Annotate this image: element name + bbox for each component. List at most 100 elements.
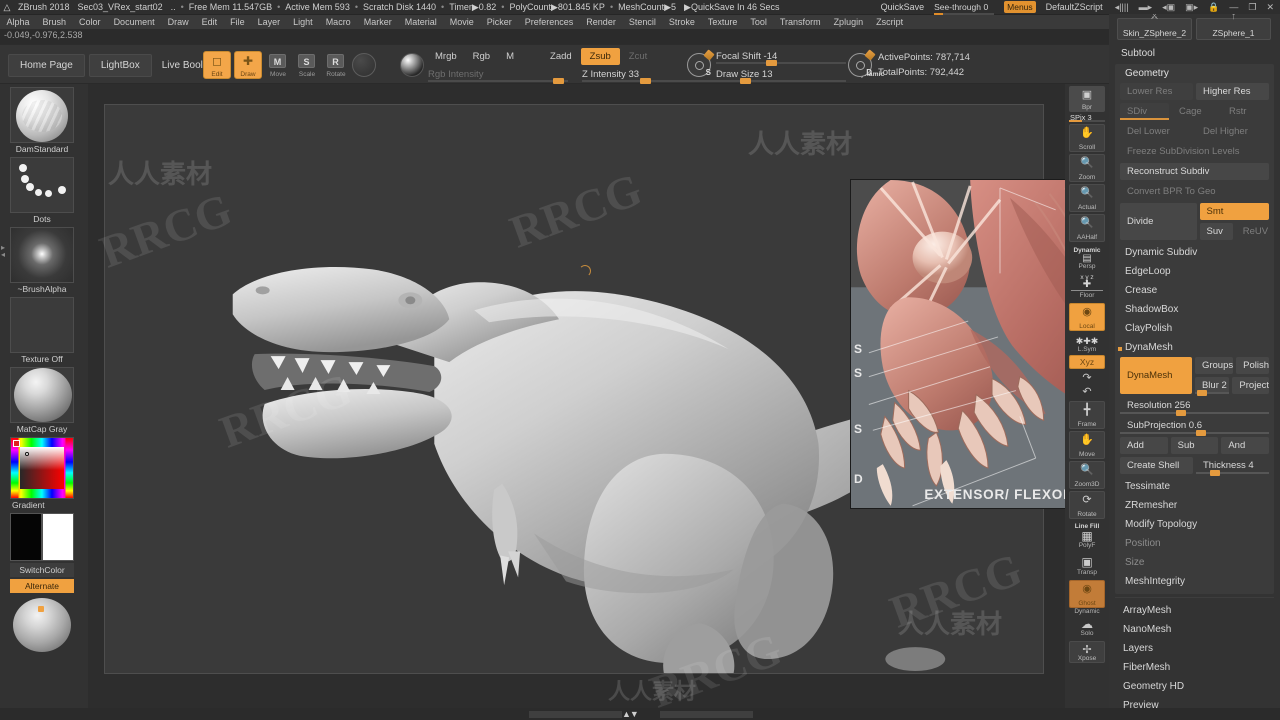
menu-item-stencil[interactable]: Stencil [622,17,662,27]
zcut-toggle[interactable]: Zcut [622,48,654,65]
zoom-btn[interactable]: 🔍 Zoom [1069,154,1105,182]
zoom-button[interactable]: 🔍 Zoom [1069,154,1105,182]
alpha-selector[interactable]: ~BrushAlpha [10,227,82,294]
persp-button[interactable]: Dynamic ▤ Persp [1069,247,1105,270]
modify-topology-item[interactable]: Modify Topology [1115,515,1274,534]
redo-button[interactable]: ↶ [1069,386,1105,398]
m-toggle[interactable]: M [499,48,521,65]
move-view-btn[interactable]: ✋ Move [1069,431,1105,459]
menu-item-draw[interactable]: Draw [161,17,195,27]
zscript-prev-icon[interactable]: ◂|||| [1113,2,1131,13]
tessimate-item[interactable]: Tessimate [1115,477,1274,496]
xyz-btn[interactable]: Xyz [1069,355,1105,369]
subtool-skin-zsphere-2[interactable]: ⚔ Skin_ZSphere_2 [1117,18,1192,40]
rotate-button[interactable]: R Rotate [323,51,349,79]
polish-button[interactable]: Polish [1236,357,1269,374]
dynamesh-button[interactable]: DynaMesh [1120,357,1192,394]
menu-item-picker[interactable]: Picker [480,17,518,27]
menus-button[interactable]: Menus [1004,1,1036,13]
focal-shift-slider[interactable]: Focal Shift -14 [716,51,846,62]
material-preview[interactable] [10,596,82,654]
bpr-render-button[interactable]: ▣ Bpr [1069,86,1105,112]
freeze-subdivision-button[interactable]: Freeze SubDivision Levels [1120,143,1269,160]
menu-item-marker[interactable]: Marker [357,17,398,27]
zoom3d-btn[interactable]: 🔍 Zoom3D [1069,461,1105,489]
and-button[interactable]: And [1221,437,1269,454]
size-item[interactable]: Size [1115,553,1274,572]
bpr-button[interactable]: ▣ Bpr [1069,86,1105,112]
menu-item-preferences[interactable]: Preferences [518,17,580,27]
reconstruct-subdiv-button[interactable]: Reconstruct Subdiv [1120,163,1269,180]
shadowbox-item[interactable]: ShadowBox [1115,300,1274,319]
resolution-slider[interactable]: Resolution 256 [1120,397,1269,414]
rotate-view-btn[interactable]: ⟳ Rotate [1069,491,1105,519]
menu-item-macro[interactable]: Macro [319,17,357,27]
zadd-toggle[interactable]: Zadd [543,48,579,65]
menu-item-movie[interactable]: Movie [443,17,480,27]
mesh-integrity-item[interactable]: MeshIntegrity [1115,572,1274,591]
project-button[interactable]: Project [1232,377,1269,394]
tray-left-icon[interactable]: ◂▣ [1160,2,1177,13]
solo-button[interactable]: ☁ Solo [1069,618,1105,637]
home-page-button[interactable]: Home Page [8,54,85,77]
menu-item-texture[interactable]: Texture [701,17,744,27]
see-through-slider[interactable]: See-through 0 [934,2,998,12]
scroll-thumb-icon[interactable]: ▲▼ [622,709,638,719]
subprojection-slider[interactable]: SubProjection 0.6 [1120,417,1269,434]
scroll-track-left[interactable] [529,711,622,718]
subtool-zsphere-1[interactable]: ↑ ZSphere_1 [1196,18,1271,40]
texture-selector[interactable]: Texture Off [10,297,82,364]
local-button[interactable]: ◉ Local [1069,303,1105,331]
transp-button[interactable]: ▣ Transp [1069,556,1105,576]
lightbox-button[interactable]: LightBox [89,54,152,77]
menu-item-light[interactable]: Light [287,17,320,27]
mrgb-toggle[interactable]: Mrgb [428,48,464,65]
add-button[interactable]: Add [1120,437,1168,454]
dynamesh-section-header[interactable]: DynaMesh [1115,338,1274,357]
actual-btn[interactable]: 🔍 Actual [1069,184,1105,212]
move-button[interactable]: M Move [265,51,291,79]
menu-item-stroke[interactable]: Stroke [662,17,701,27]
higher-res-button[interactable]: Higher Res [1196,83,1269,100]
del-lower-button[interactable]: Del Lower [1120,123,1193,140]
color-picker-wheel[interactable] [10,437,74,499]
cage-button[interactable]: Cage [1172,103,1219,120]
scroll-track-right[interactable] [660,711,753,718]
current-material-sphere[interactable] [400,53,424,77]
xpose-button[interactable]: ✢ Xpose [1069,641,1105,663]
divide-button[interactable]: Divide [1120,203,1197,240]
rstr-button[interactable]: Rstr [1222,103,1269,120]
restore-icon[interactable]: ❐ [1246,2,1258,13]
zscript-next-icon[interactable]: ▬▸ [1137,2,1155,13]
actual-button[interactable]: 🔍 Actual [1069,184,1105,212]
color-swatches[interactable]: SwitchColor Alternate [10,513,82,593]
claypolish-item[interactable]: ClayPolish [1115,319,1274,338]
reuv-button[interactable]: ReUV [1236,223,1269,240]
lsym-button[interactable]: ✱✚✱ L.Sym [1069,337,1105,353]
menu-item-zscript[interactable]: Zscript [870,17,910,27]
switch-color-button[interactable]: SwitchColor [10,563,74,577]
lower-res-button[interactable]: Lower Res [1120,83,1193,100]
thickness-slider[interactable]: Thickness 4 [1196,457,1269,474]
del-higher-button[interactable]: Del Higher [1196,123,1269,140]
subtool-section-header[interactable]: Subtool [1109,43,1280,64]
ghost-btn[interactable]: ◉ Ghost [1069,580,1105,608]
menu-item-layer[interactable]: Layer [251,17,287,27]
aahalf-btn[interactable]: 🔍 AAHalf [1069,214,1105,242]
edit-button[interactable]: ◻ Edit [203,51,231,79]
alternate-button[interactable]: Alternate [10,579,74,593]
frame-button[interactable]: ╋ Frame [1069,401,1105,429]
default-zscript-label[interactable]: DefaultZScript [1042,2,1107,12]
dynamic-subdiv-item[interactable]: Dynamic Subdiv [1115,243,1274,262]
crease-item[interactable]: Crease [1115,281,1274,300]
xyz-button[interactable]: Xyz [1069,355,1105,369]
suv-button[interactable]: Suv [1200,223,1233,240]
menu-item-color[interactable]: Color [73,17,108,27]
section-arraymesh[interactable]: ArrayMesh [1109,601,1280,620]
local-btn[interactable]: ◉ Local [1069,303,1105,331]
minimize-icon[interactable]: — [1227,2,1240,12]
polyf-button[interactable]: Line Fill ▦ PolyF [1069,523,1105,549]
viewport-canvas[interactable]: RRCG RRCG RRCG RRCG RRCG 人人素材 人人素材 人人素材 … [88,84,1065,720]
reference-image-window[interactable]: S S S D EXTENSOR/ FLEXOR [850,179,1065,509]
blur-slider[interactable]: Blur 2 [1195,377,1229,394]
